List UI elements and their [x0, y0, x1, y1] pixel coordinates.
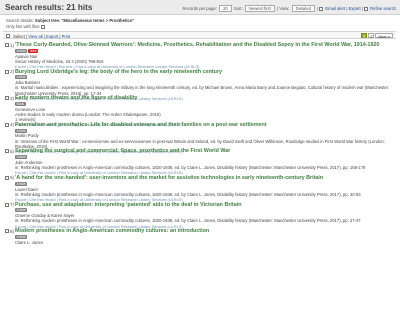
result-number: 2) [10, 69, 15, 75]
record-type-badge: Article [15, 234, 28, 239]
page-2-button[interactable]: 2 [368, 32, 375, 38]
result-item: 3) Early modern theatre and the figure of… [3, 95, 397, 127]
result-number: 7) [10, 202, 15, 208]
results-list: 1) 'These Curly-Bearded, Olive-Skinned Wa… [3, 42, 397, 255]
page-title: Search results: 21 hits [5, 3, 93, 12]
search-details-value: Subject tree: "Miscellaneous terms > Pro… [34, 18, 135, 23]
record-type-badge: Article [15, 75, 28, 80]
result-title-link[interactable]: Early modern theatre and the figure of d… [15, 95, 397, 102]
result-item: 7) Purchase, use and adaptation: interpre… [3, 202, 397, 229]
result-checkbox[interactable] [5, 202, 9, 207]
result-item: 1) 'These Curly-Bearded, Olive-Skinned Wa… [3, 42, 397, 69]
email-alert-checkbox[interactable] [319, 6, 324, 11]
separator: | [25, 33, 28, 39]
result-title-link[interactable]: Paternalism and prosthetics: Life for di… [15, 122, 397, 129]
view-select[interactable]: Detailed [291, 5, 315, 12]
view-label: View: [279, 6, 290, 11]
separator: | [361, 6, 363, 11]
separator: | [59, 33, 61, 39]
new-badge: New [28, 48, 39, 53]
separator: | [317, 6, 319, 11]
record-type-badge: Book [15, 101, 26, 106]
record-type-badge: Article [15, 208, 28, 213]
refine-search-link[interactable]: Refine search [370, 6, 396, 11]
search-details-label: Search details: [6, 18, 34, 23]
result-title-link[interactable]: Modern prostheses in Anglo-American comm… [15, 228, 397, 235]
result-item: 6) 'A hand for the one-handed': user-inve… [3, 175, 397, 202]
results-toolbar: Select | View all | Export | Print 1 2 Nex… [3, 31, 396, 39]
separator: | [43, 33, 45, 39]
result-item: 8) Modern prostheses in Anglo-American co… [3, 228, 397, 255]
select-label: Select [13, 33, 25, 39]
record-type-badge: Article [15, 181, 28, 186]
result-checkbox[interactable] [5, 69, 9, 74]
record-type-badge: Article [15, 155, 28, 160]
refine-search-checkbox[interactable] [364, 6, 369, 11]
files-filter-label: Only hits with files [6, 24, 40, 29]
record-type-badge: Article [15, 128, 28, 133]
separator: | [346, 6, 348, 11]
result-number: 5) [10, 148, 15, 154]
results-controls: Records per page: 20 Sort: Newest first … [182, 5, 396, 12]
records-per-page-select[interactable]: 20 [219, 5, 232, 12]
next-page-button[interactable]: Next » [375, 32, 393, 38]
result-author[interactable]: Claire L. Jones [15, 240, 397, 245]
result-number: 1) [10, 42, 15, 48]
records-per-page-label: Records per page: [182, 6, 217, 11]
result-checkbox[interactable] [5, 175, 9, 180]
result-item: 2) Burying Lord Uxbridge's leg: the body … [3, 69, 397, 101]
result-title-link[interactable]: Burying Lord Uxbridge's leg: the body of… [15, 69, 397, 76]
pagination: 1 2 Next » [360, 32, 393, 39]
print-link[interactable]: Print [62, 34, 71, 39]
toolbar-actions: Select | View all | Export | Print [6, 34, 70, 39]
separator: | [276, 6, 279, 11]
result-checkbox[interactable] [5, 96, 9, 101]
result-number: 4) [10, 122, 15, 128]
result-title-link[interactable]: Purchase, use and adaptation: interpreti… [15, 202, 397, 209]
result-title-link[interactable]: Separating the surgical and commercial: … [15, 148, 397, 155]
result-number: 6) [10, 175, 15, 181]
sort-select[interactable]: Newest first [244, 5, 275, 12]
email-alert-link[interactable]: Email alert [325, 6, 345, 11]
files-filter-checkbox[interactable] [40, 24, 45, 29]
files-filter: Only hits with files [6, 24, 47, 29]
result-number: 3) [10, 95, 15, 101]
record-type-badge: Article [15, 48, 28, 53]
view-all-link[interactable]: View all [28, 34, 42, 39]
result-item: 4) Paternalism and prosthetics: Life for … [3, 122, 397, 154]
search-details: Search details: Subject tree: "Miscellan… [6, 18, 134, 23]
page-1-button[interactable]: 1 [360, 32, 368, 38]
select-all-checkbox[interactable] [6, 34, 10, 38]
result-checkbox[interactable] [5, 229, 9, 234]
result-checkbox[interactable] [5, 149, 9, 154]
result-checkbox[interactable] [5, 43, 9, 47]
result-title-link[interactable]: 'These Curly-Bearded, Olive-Skinned Warr… [15, 42, 397, 49]
result-number: 8) [10, 228, 15, 234]
result-source: in: Rethinking modern prostheses in Angl… [15, 218, 361, 224]
result-title-link[interactable]: 'A hand for the one-handed': user-invent… [15, 175, 397, 182]
result-checkbox[interactable] [5, 122, 9, 127]
export-link[interactable]: Export [349, 6, 361, 11]
results-header: Search results: 21 hits Records per page… [0, 0, 400, 15]
toolbar-export-link[interactable]: Export [46, 34, 58, 39]
sort-label: Sort: [233, 6, 243, 11]
result-item: 5) Separating the surgical and commercial… [3, 148, 397, 175]
